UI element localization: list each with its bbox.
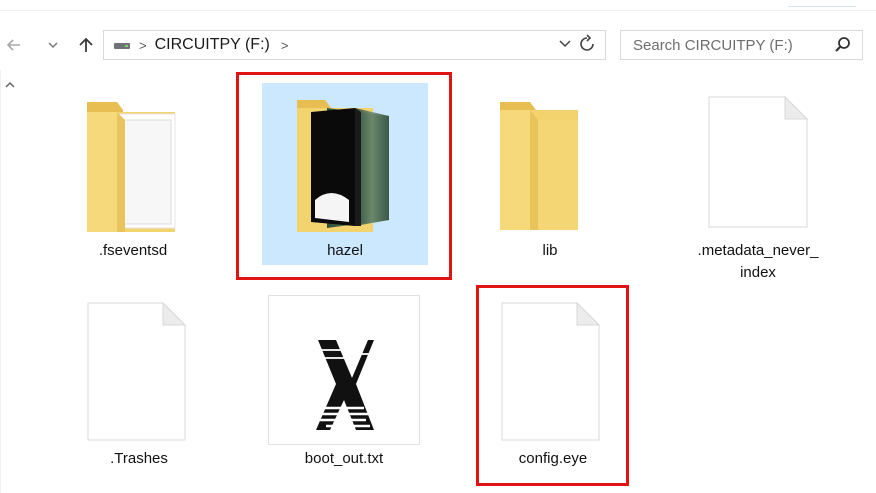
breadcrumb-circuitpy[interactable]: CIRCUITPY (F:) — [155, 36, 270, 54]
ribbon-divider — [0, 10, 876, 11]
folder-icon — [500, 102, 578, 230]
search-input[interactable]: Search CIRCUITPY (F:) — [633, 37, 793, 54]
annotation-box-hazel — [236, 72, 452, 280]
search-box[interactable]: Search CIRCUITPY (F:) — [620, 30, 863, 60]
chevron-up-icon — [5, 81, 15, 88]
file-label: lib — [542, 242, 558, 259]
address-dropdown-button[interactable] — [559, 37, 571, 51]
ribbon-edge — [0, 0, 876, 12]
refresh-button[interactable] — [579, 34, 595, 57]
file-item-trashes[interactable]: .Trashes — [63, 298, 215, 478]
recent-locations-button[interactable] — [43, 34, 63, 56]
file-label: .metadata_never_ — [697, 242, 819, 259]
breadcrumb-separator[interactable]: > — [139, 38, 147, 53]
file-item-metadata-never-index[interactable]: .metadata_never_ index — [682, 90, 834, 290]
up-button[interactable] — [76, 34, 96, 56]
file-label-line2: index — [740, 264, 776, 281]
file-icon — [708, 95, 809, 228]
chevron-down-icon — [48, 42, 58, 48]
file-item-fseventsd[interactable]: .fseventsd — [57, 90, 209, 270]
arrow-up-icon — [79, 37, 93, 52]
breadcrumb-separator-end[interactable]: > — [281, 38, 289, 53]
file-label: .fseventsd — [98, 242, 168, 259]
search-icon[interactable] — [834, 36, 852, 54]
text-file-thumbnail-icon — [316, 340, 374, 430]
chevron-down-icon — [559, 40, 571, 48]
file-label: .Trashes — [110, 450, 168, 467]
refresh-icon — [580, 34, 594, 51]
pane-edge — [0, 70, 1, 493]
file-icon — [87, 301, 187, 441]
annotation-box-config-eye — [476, 285, 629, 486]
file-item-lib[interactable]: lib — [474, 90, 626, 270]
back-button[interactable] — [4, 34, 24, 56]
file-label: boot_out.txt — [304, 450, 384, 467]
folder-icon — [87, 102, 176, 232]
file-item-boot-out-txt[interactable]: boot_out.txt — [268, 298, 420, 478]
ribbon-tab-peek — [788, 6, 856, 12]
arrow-left-icon — [7, 39, 20, 51]
scroll-up-button[interactable] — [5, 80, 15, 92]
drive-icon — [114, 40, 130, 50]
address-bar[interactable]: > CIRCUITPY (F:) > — [103, 30, 606, 60]
